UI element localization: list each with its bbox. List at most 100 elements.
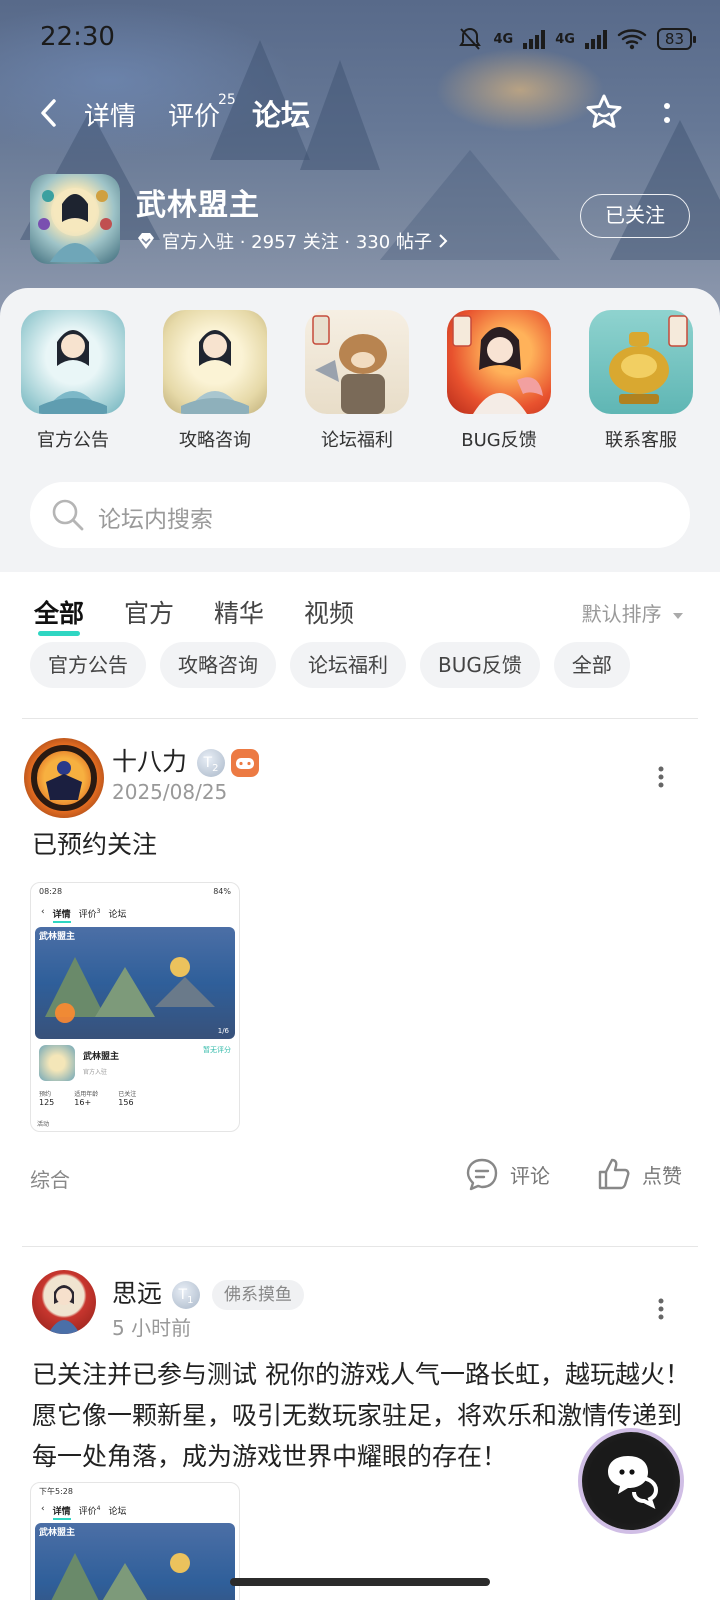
game-info: 武林盟主 官方入驻 · 2957 关注 · 330 帖子 已关注 xyxy=(30,174,690,266)
user-title-tag: 佛系摸鱼 xyxy=(212,1280,305,1310)
category-guides[interactable]: 攻略咨询 xyxy=(144,310,286,452)
post-more-icon[interactable] xyxy=(658,1298,664,1320)
thumb-stat-value: 156 xyxy=(118,1098,134,1107)
thumb-page-indicator: 1/6 xyxy=(217,1027,229,1035)
category-row: 官方公告 攻略咨询 论坛福利 BUG反馈 联系客服 xyxy=(0,310,720,452)
avatar[interactable] xyxy=(24,738,104,818)
thumb-stat-value: 125 xyxy=(39,1098,55,1107)
post-text: 已预约关注 xyxy=(32,830,158,859)
thumb-game-name: 武林盟主 xyxy=(83,1052,120,1062)
thumb-nav: ‹ 详情 评价3 论坛 xyxy=(31,903,239,927)
wifi-icon xyxy=(617,29,647,50)
signal-icon xyxy=(523,29,546,49)
thumb-tab-reviews-label: 评价 xyxy=(78,1507,97,1517)
thumb-battery: 84% xyxy=(213,887,231,896)
like-button[interactable]: 点赞 xyxy=(596,1156,682,1192)
thumb-stat: 适用年龄 16+ xyxy=(74,1089,98,1107)
author-name[interactable]: 思远 xyxy=(112,1279,162,1308)
tab-reviews[interactable]: 评价 25 xyxy=(168,92,236,133)
follow-button[interactable]: 已关注 xyxy=(580,194,690,238)
game-header: 22:30 4G 4G 83 详情 评价 25 论坛 武林盟主 官方入驻 · 2… xyxy=(0,0,720,320)
chip-bug-report[interactable]: BUG反馈 xyxy=(420,642,540,688)
tab-video[interactable]: 视频 xyxy=(304,594,354,630)
thumb-stat: 已关注 156 xyxy=(118,1089,136,1107)
tab-forum[interactable]: 论坛 xyxy=(252,92,311,136)
thumb-tab-reviews-label: 评价 xyxy=(78,910,97,920)
author-name[interactable]: 十八力 xyxy=(112,747,187,776)
chip-announcements[interactable]: 官方公告 xyxy=(30,642,146,688)
tab-reviews-label: 评价 xyxy=(168,102,221,132)
post-more-icon[interactable] xyxy=(658,766,664,788)
thumb-info: 武林盟主 暂无评分 官方入驻 预约 125 适用年龄 16+ 已关注 156 xyxy=(31,1039,239,1119)
thumb-banner: 武林盟主 xyxy=(35,1523,235,1600)
mute-bell-icon xyxy=(459,27,482,50)
category-label: BUG反馈 xyxy=(461,430,537,451)
game-meta[interactable]: 官方入驻 · 2957 关注 · 330 帖子 xyxy=(136,228,448,254)
thumb-tab-reviews-badge: 3 xyxy=(96,908,101,915)
thumb-time: 08:28 xyxy=(39,887,63,896)
battery-indicator: 83 xyxy=(656,28,697,50)
thumb-stat: 预约 125 xyxy=(39,1089,54,1107)
thumb-stat-label: 预约 xyxy=(39,1091,52,1098)
game-icon[interactable] xyxy=(30,174,120,264)
thumb-rating: 暂无评分 xyxy=(203,1046,231,1054)
network-label-2: 4G xyxy=(555,31,575,47)
post-image[interactable]: 08:28 84% ‹ 详情 评价3 论坛 武林盟主 1/6 武林盟主 暂无评分… xyxy=(30,882,240,1132)
comment-button[interactable]: 评论 xyxy=(464,1156,550,1192)
sort-dropdown[interactable]: 默认排序 xyxy=(582,598,684,627)
thumb-tab-forum: 论坛 xyxy=(108,910,127,920)
chip-all[interactable]: 全部 xyxy=(553,642,630,688)
like-label: 点赞 xyxy=(642,1163,682,1188)
post-image[interactable]: 下午5:28 ‹ 详情 评价4 论坛 武林盟主 xyxy=(30,1482,240,1600)
chip-guides[interactable]: 攻略咨询 xyxy=(160,642,276,688)
forum-panel: 官方公告 攻略咨询 论坛福利 BUG反馈 联系客服 论坛内搜索 xyxy=(0,288,720,572)
author-row: 思远 T1 佛系摸鱼 xyxy=(112,1274,305,1310)
post-card[interactable]: 十八力 T2 2025/08/25 已预约关注 08:28 84% ‹ 详情 评价3… xyxy=(0,718,720,1218)
top-nav: 详情 评价 25 论坛 xyxy=(0,88,720,138)
tab-all[interactable]: 全部 xyxy=(34,594,84,636)
user-level-badge: T2 xyxy=(197,749,226,777)
thumb-logo: 武林盟主 xyxy=(39,932,76,942)
forum-search-bar[interactable]: 论坛内搜索 xyxy=(30,482,690,548)
tab-featured[interactable]: 精华 xyxy=(214,594,264,630)
post-card[interactable]: 思远 T1 佛系摸鱼 5 小时前 已关注并已参与测试 祝你的游戏人气一路长虹，越玩越… xyxy=(0,1246,720,1600)
category-announcements[interactable]: 官方公告 xyxy=(2,310,144,452)
signal-icon-2 xyxy=(584,29,607,49)
category-label: 论坛福利 xyxy=(321,430,393,451)
back-arrow-icon[interactable] xyxy=(38,98,60,128)
post-topic[interactable]: 综合 xyxy=(30,1164,70,1193)
reviews-count-badge: 25 xyxy=(218,92,236,108)
thumb-stat-label: 已关注 xyxy=(118,1091,137,1098)
game-meta-text: 官方入驻 · 2957 关注 · 330 帖子 xyxy=(162,232,432,253)
network-label-1: 4G xyxy=(493,31,514,47)
level-number: 2 xyxy=(212,762,219,774)
thumb-tab-details: 详情 xyxy=(52,1504,71,1520)
thumb-status: 08:28 84% xyxy=(31,883,239,903)
sort-label: 默认排序 xyxy=(581,602,662,626)
thumb-tab-details: 详情 xyxy=(52,907,71,923)
search-icon xyxy=(52,499,84,531)
more-menu-icon[interactable] xyxy=(660,98,674,128)
feed-tabs: 全部 官方 精华 视频 xyxy=(34,594,354,636)
thumb-logo: 武林盟主 xyxy=(39,1528,76,1538)
avatar[interactable] xyxy=(32,1270,96,1334)
announcements-image xyxy=(21,310,125,414)
post-date: 2025/08/25 xyxy=(112,780,228,804)
category-support[interactable]: 联系客服 xyxy=(570,310,712,452)
thumb-stats: 预约 125 适用年龄 16+ 已关注 156 xyxy=(39,1089,136,1107)
floating-chat-button[interactable] xyxy=(582,1432,680,1530)
caret-down-icon xyxy=(673,612,683,619)
category-label: 攻略咨询 xyxy=(179,430,251,451)
category-bug-report[interactable]: BUG反馈 xyxy=(428,310,570,452)
category-welfare[interactable]: 论坛福利 xyxy=(286,310,428,452)
tab-official[interactable]: 官方 xyxy=(124,594,174,630)
thumb-meta: 官方入驻 xyxy=(83,1069,108,1076)
favorite-star-icon[interactable] xyxy=(584,92,624,132)
guides-image xyxy=(163,310,267,414)
diamond-verified-icon xyxy=(138,233,154,249)
chip-welfare[interactable]: 论坛福利 xyxy=(290,642,406,688)
topic-filter-chips: 官方公告 攻略咨询 论坛福利 BUG反馈 全部 xyxy=(30,642,630,688)
thumb-nav: ‹ 详情 评价4 论坛 xyxy=(31,1501,239,1523)
game-title: 武林盟主 xyxy=(136,188,260,223)
tab-details[interactable]: 详情 xyxy=(84,96,136,133)
